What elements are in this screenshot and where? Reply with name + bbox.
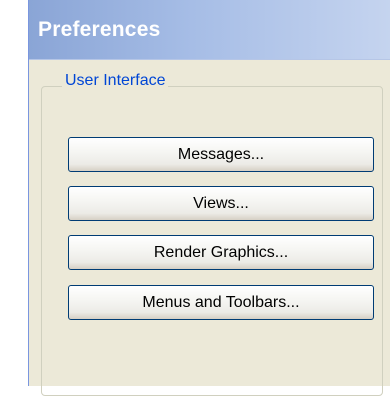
title-bar[interactable]: Preferences (29, 0, 390, 60)
views-button[interactable]: Views... (68, 186, 374, 221)
render-graphics-button[interactable]: Render Graphics... (68, 235, 374, 270)
user-interface-group-label: User Interface (62, 72, 169, 90)
menus-and-toolbars-button[interactable]: Menus and Toolbars... (68, 285, 374, 320)
messages-button[interactable]: Messages... (68, 137, 374, 172)
preferences-window: Preferences User Interface Messages... V… (28, 0, 390, 396)
window-title: Preferences (38, 18, 161, 41)
